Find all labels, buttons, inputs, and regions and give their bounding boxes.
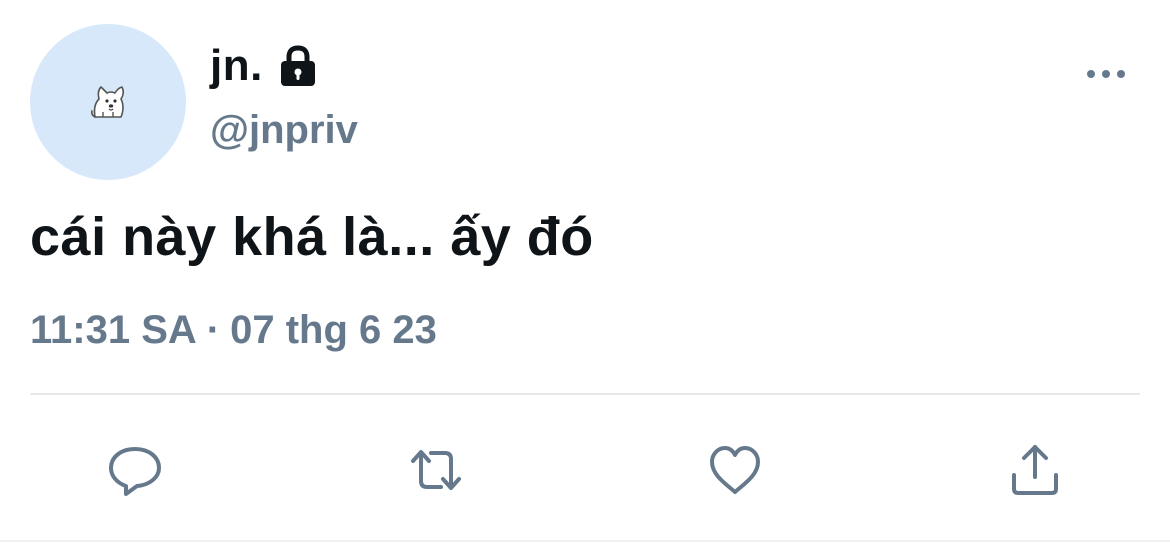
avatar[interactable] bbox=[30, 24, 186, 180]
bottom-divider bbox=[0, 540, 1170, 542]
like-button[interactable] bbox=[695, 430, 775, 510]
more-options-button[interactable] bbox=[1082, 58, 1130, 90]
dog-icon bbox=[91, 86, 125, 118]
action-bar bbox=[0, 430, 1170, 510]
retweet-button[interactable] bbox=[396, 430, 476, 510]
retweet-icon bbox=[411, 450, 461, 490]
display-name[interactable]: jn. bbox=[210, 41, 263, 91]
tweet-time[interactable]: 11:31 SA bbox=[30, 308, 197, 353]
reply-button[interactable] bbox=[95, 430, 175, 510]
tweet-text: cái này khá là... ấy đó bbox=[30, 207, 594, 267]
share-icon bbox=[1012, 445, 1058, 495]
share-button[interactable] bbox=[995, 430, 1075, 510]
more-horizontal-icon bbox=[1087, 70, 1125, 78]
heart-icon bbox=[710, 446, 760, 494]
meta-separator: · bbox=[206, 308, 221, 352]
tweet-meta: 11:31 SA · 07 thg 6 23 bbox=[30, 308, 437, 353]
tweet-card: jn. @jnpriv cái này khá là... ấy đó 11:3… bbox=[0, 0, 1170, 558]
tweet-date[interactable]: 07 thg 6 23 bbox=[230, 308, 437, 353]
user-handle[interactable]: @jnpriv bbox=[210, 108, 358, 153]
display-name-row: jn. bbox=[210, 40, 319, 92]
divider bbox=[30, 393, 1140, 395]
reply-icon bbox=[109, 447, 161, 496]
lock-icon bbox=[277, 44, 319, 88]
